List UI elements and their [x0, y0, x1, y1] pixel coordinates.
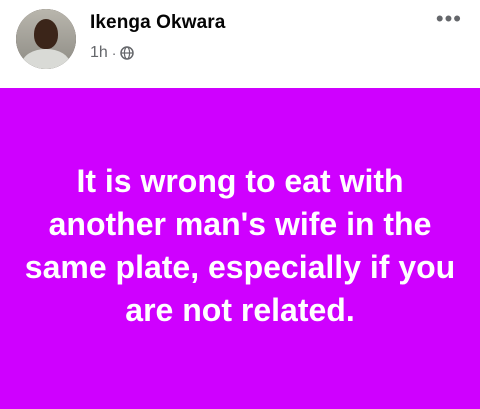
- post-header: Ikenga Okwara 1h · •••: [0, 0, 480, 88]
- post-content: It is wrong to eat with another man's wi…: [0, 88, 480, 409]
- post-time[interactable]: 1h: [90, 44, 108, 62]
- globe-icon[interactable]: [120, 46, 135, 60]
- more-options-icon[interactable]: •••: [436, 8, 462, 30]
- facebook-post: Ikenga Okwara 1h · ••• It is wrong to ea…: [0, 0, 480, 409]
- author-avatar[interactable]: [16, 9, 76, 69]
- meta-separator: ·: [111, 45, 117, 61]
- post-text: It is wrong to eat with another man's wi…: [24, 162, 456, 328]
- post-meta: 1h ·: [90, 44, 135, 62]
- author-name[interactable]: Ikenga Okwara: [90, 12, 225, 34]
